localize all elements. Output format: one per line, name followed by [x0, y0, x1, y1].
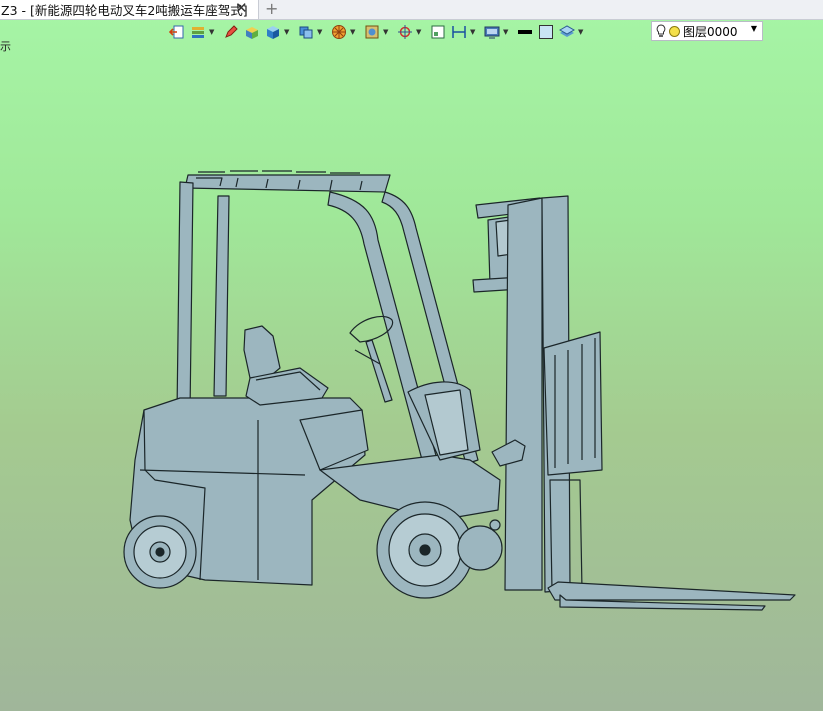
add-tab-icon[interactable]: + — [265, 0, 278, 17]
render-icon[interactable] — [363, 23, 381, 41]
document-tab[interactable]: Z3 - [新能源四轮电动叉车2吨搬运车座驾式] ✕ — [0, 0, 259, 19]
chevron-down-icon[interactable]: ▼ — [470, 28, 476, 36]
chevron-down-icon[interactable]: ▼ — [416, 28, 422, 36]
chevron-down-icon[interactable]: ▼ — [284, 28, 290, 36]
chevron-down-icon[interactable]: ▼ — [317, 28, 323, 36]
exit-icon[interactable] — [168, 23, 186, 41]
fill-color-swatch[interactable] — [537, 23, 555, 41]
layer-stack-icon[interactable] — [558, 23, 576, 41]
chevron-down-icon[interactable]: ▼ — [383, 28, 389, 36]
layer-select[interactable]: 图层0000 ▼ — [651, 21, 763, 41]
bulb-icon[interactable] — [656, 24, 666, 38]
view-cube-icon[interactable] — [297, 23, 315, 41]
chevron-down-icon[interactable]: ▼ — [751, 24, 757, 33]
frame-icon[interactable] — [429, 23, 447, 41]
pen-icon[interactable] — [222, 23, 240, 41]
target-icon[interactable] — [396, 23, 414, 41]
chevron-down-icon[interactable]: ▼ — [503, 28, 509, 36]
view-toolbar: ▼ ▼ ▼ ▼ ▼ ▼ ▼ ▼ ▼ — [168, 21, 588, 43]
chevron-down-icon[interactable]: ▼ — [209, 28, 215, 36]
layer-color-dot — [669, 25, 680, 37]
box-shade-icon[interactable] — [264, 23, 282, 41]
wheel-icon[interactable] — [330, 23, 348, 41]
chevron-down-icon[interactable]: ▼ — [350, 28, 356, 36]
forklift-model — [123, 170, 796, 611]
line-color-swatch[interactable] — [516, 23, 534, 41]
close-tab-icon[interactable]: ✕ — [235, 0, 248, 17]
dimension-icon[interactable] — [450, 23, 468, 41]
screen-icon[interactable] — [483, 23, 501, 41]
document-tab-title: Z3 - [新能源四轮电动叉车2吨搬运车座驾式] — [1, 3, 248, 18]
layer-manager-icon[interactable] — [189, 23, 207, 41]
shaded-solid-icon[interactable] — [243, 23, 261, 41]
3d-viewport[interactable] — [0, 44, 823, 711]
chevron-down-icon[interactable]: ▼ — [578, 28, 584, 36]
document-tab-bar: Z3 - [新能源四轮电动叉车2吨搬运车座驾式] ✕ + — [0, 0, 823, 20]
layer-name: 图层0000 — [683, 24, 738, 39]
